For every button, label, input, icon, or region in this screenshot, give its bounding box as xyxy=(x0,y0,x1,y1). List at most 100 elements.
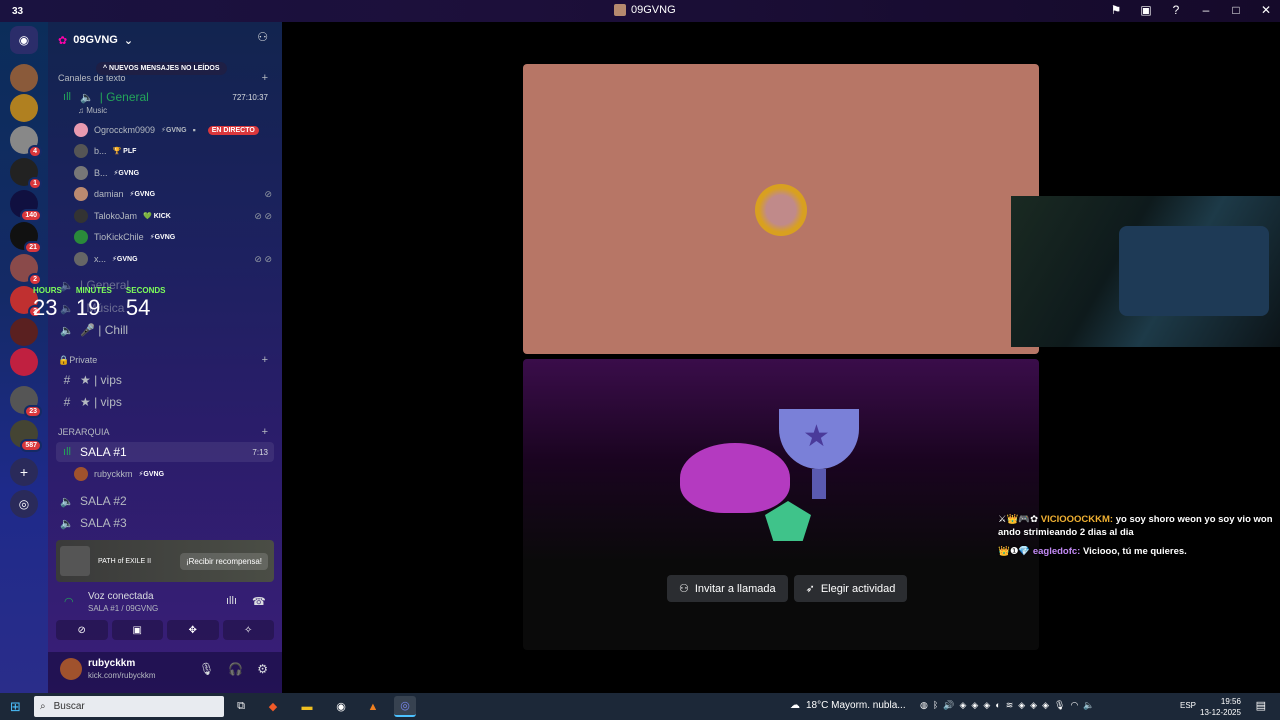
bluetooth-icon[interactable]: ᛒ xyxy=(933,700,938,711)
category-private[interactable]: 🔒Private xyxy=(58,355,97,366)
screen-icon[interactable]: ▣ xyxy=(1138,3,1154,17)
wifi-icon[interactable]: ◠ xyxy=(1070,700,1078,711)
brave-icon[interactable]: ◆ xyxy=(262,696,284,717)
camera-off-button[interactable]: ⊘ xyxy=(56,620,108,640)
discord-taskbar-icon[interactable]: ◎ xyxy=(394,696,416,717)
activities-button[interactable]: ✥ xyxy=(167,620,219,640)
voice-user[interactable]: TioKickChile ⚡GVNG xyxy=(74,227,272,247)
volume-icon[interactable]: 🔊 xyxy=(943,700,954,711)
add-member-icon[interactable]: ⚇ xyxy=(257,30,268,44)
notifications-icon[interactable]: ▤ xyxy=(1256,699,1266,712)
choose-activity-button[interactable]: ➶ Elegir actividad xyxy=(793,575,908,602)
server-item[interactable]: 140 xyxy=(10,190,42,222)
signal-icon[interactable]: ◠ xyxy=(64,595,74,608)
voice-activity-icon: ıll xyxy=(63,91,71,103)
discover-icon[interactable]: ◎ xyxy=(10,490,38,518)
settings-icon[interactable]: ⚙ xyxy=(257,662,268,676)
user-name: damian xyxy=(94,189,124,199)
voice-user[interactable]: B... ⚡GVNG xyxy=(74,163,272,183)
search-box[interactable]: ⌕ Buscar xyxy=(34,696,224,717)
text-channel-vips[interactable]: # ★ | vips xyxy=(56,370,274,390)
weather-widget[interactable]: ☁ 18°C Mayorm. nubla... xyxy=(790,700,906,711)
tray-icon[interactable]: ◈ xyxy=(971,700,978,711)
voice-channel-chill[interactable]: 🔈 🎤 | Chill xyxy=(56,320,274,340)
webcam-overlay xyxy=(1011,196,1280,347)
close-button[interactable]: ✕ xyxy=(1258,3,1274,17)
server-item[interactable] xyxy=(10,64,38,92)
tray-icon[interactable]: ◈ xyxy=(983,700,990,711)
server-header[interactable]: ✿ 09GVNG ⌄ xyxy=(58,30,272,50)
window-title-text: 09GVNG xyxy=(631,4,676,16)
app-icon[interactable]: ▲ xyxy=(362,696,384,717)
add-channel-icon[interactable]: + xyxy=(262,354,268,366)
server-item[interactable]: 587 xyxy=(10,420,42,452)
category-jerarquia[interactable]: JERARQUIA xyxy=(58,427,110,437)
voice-channel-sala1[interactable]: ıll SALA #1 7:13 xyxy=(56,442,274,462)
live-badge: EN DIRECTO xyxy=(207,125,259,135)
camera-icon: ▪ xyxy=(192,125,196,135)
server-item[interactable]: 4 xyxy=(10,126,42,158)
add-channel-icon[interactable]: + xyxy=(262,72,268,84)
minimize-button[interactable]: – xyxy=(1198,3,1214,17)
badges-icon: ⚔👑🎮✿ xyxy=(998,514,1041,525)
inbox-icon[interactable]: ⚑ xyxy=(1108,3,1124,17)
avatar xyxy=(74,467,88,481)
voice-channel[interactable]: SALA #1 / 09GVNG xyxy=(88,604,158,613)
speaker-tray-icon[interactable]: 🔈 xyxy=(1083,700,1094,711)
voice-user[interactable]: damian ⚡GVNG ⊘ xyxy=(74,184,272,204)
tray-icon[interactable]: ◈ xyxy=(959,700,966,711)
voice-user[interactable]: Ogrocckm0909 ⚡GVNG ▪ EN DIRECTO xyxy=(74,120,272,140)
steam-icon[interactable]: ◐ xyxy=(995,700,1000,711)
avatar xyxy=(74,209,88,223)
invite-to-call-button[interactable]: ⚇ Invitar a llamada xyxy=(667,575,788,602)
server-item[interactable]: 23 xyxy=(10,386,42,418)
discord-home-icon[interactable]: ◉ xyxy=(10,26,38,54)
server-item[interactable] xyxy=(10,318,38,346)
obs-icon[interactable]: ◉ xyxy=(330,696,352,717)
avatar[interactable] xyxy=(60,658,82,680)
unread-messages-pill[interactable]: ^ NUEVOS MENSAJES NO LEÍDOS xyxy=(96,62,227,75)
maximize-button[interactable]: □ xyxy=(1228,3,1244,17)
chat-message: 👑❶💎 eagledofc: Viciooo, tú me quieres. xyxy=(998,545,1276,558)
voice-channel-sala2[interactable]: 🔈 SALA #2 xyxy=(56,491,274,511)
stream-timer-overlay: HOURS 23 MINUTES 19 SECONDS 54 xyxy=(33,286,165,321)
mic-icon[interactable]: 🎙 xyxy=(199,662,214,676)
whatsapp-icon[interactable]: ◍ xyxy=(920,700,928,711)
clock[interactable]: 19:56 13-12-2025 xyxy=(1200,696,1241,718)
voice-user[interactable]: b... 🏆 PLF xyxy=(74,141,272,161)
task-view-icon[interactable]: ⧉ xyxy=(230,696,252,717)
noise-suppression-icon[interactable]: ıllı xyxy=(226,595,237,607)
avatar xyxy=(74,166,88,180)
network-icon[interactable]: ≋ xyxy=(1006,700,1014,711)
claim-reward-button[interactable]: ¡Recibir recompensa! xyxy=(179,552,268,570)
tray-icon[interactable]: ◈ xyxy=(1042,700,1049,711)
file-explorer-icon[interactable]: ▬ xyxy=(296,696,318,717)
voice-user[interactable]: x... ⚡GVNG ⊘ ⊘ xyxy=(74,249,272,269)
mention-count: 33 xyxy=(12,6,24,17)
soundboard-button[interactable]: ✧ xyxy=(222,620,274,640)
mic-tray-icon[interactable]: 🎙 xyxy=(1054,700,1065,711)
server-item[interactable]: 1 xyxy=(10,158,42,190)
muted-deafened-icon: ⊘ ⊘ xyxy=(254,210,272,221)
headphones-icon[interactable]: 🎧 xyxy=(228,662,243,676)
voice-channel-sala3[interactable]: 🔈 SALA #3 xyxy=(56,513,274,533)
share-screen-button[interactable]: ▣ xyxy=(111,620,163,640)
chat-username: eagledofc: xyxy=(1032,546,1081,557)
voice-user[interactable]: rubyckkm ⚡GVNG xyxy=(74,464,272,484)
server-item[interactable]: 2 xyxy=(10,254,42,286)
voice-user[interactable]: TalokoJam 💚 KICK ⊘ ⊘ xyxy=(74,206,272,226)
windows-start-icon[interactable]: ⊞ xyxy=(10,699,21,715)
text-channel-vips[interactable]: # ★ | vips xyxy=(56,392,274,412)
voice-participant-tile[interactable] xyxy=(523,64,1039,354)
server-item[interactable]: 21 xyxy=(10,222,42,254)
add-channel-icon[interactable]: + xyxy=(262,426,268,438)
add-server-icon[interactable]: + xyxy=(10,458,38,486)
voice-channel-general[interactable]: ıll 🔈 | General 727:10:37 xyxy=(56,87,274,107)
server-item[interactable] xyxy=(10,94,38,122)
language-indicator[interactable]: ESP xyxy=(1180,701,1196,710)
server-item[interactable] xyxy=(10,348,38,376)
disconnect-icon[interactable]: ☎ xyxy=(252,595,266,608)
tray-icon[interactable]: ◈ xyxy=(1030,700,1037,711)
tray-icon[interactable]: ◈ xyxy=(1018,700,1025,711)
help-icon[interactable]: ? xyxy=(1168,3,1184,17)
